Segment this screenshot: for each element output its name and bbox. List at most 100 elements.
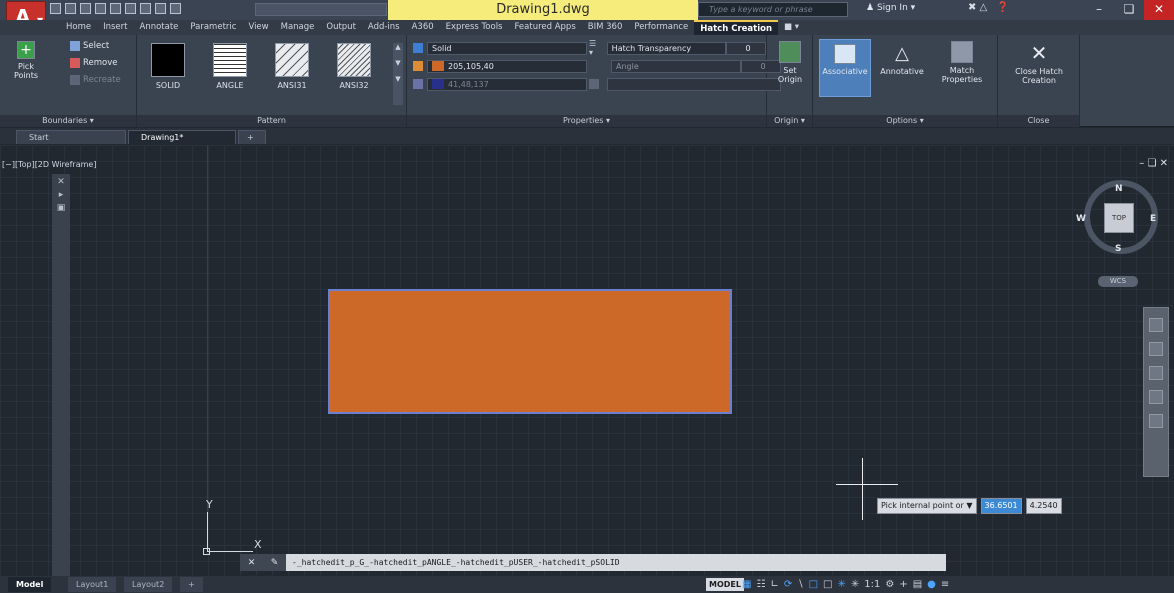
pattern-angle[interactable]: ANGLE (207, 43, 253, 90)
redo-icon[interactable] (140, 3, 151, 14)
tab-extra-icon[interactable]: ■ ▾ (778, 20, 805, 35)
associative-button[interactable]: Associative (819, 39, 871, 97)
palette-close-icon[interactable]: ✕ (52, 177, 70, 187)
options-panel-title[interactable]: Options ▾ (813, 115, 997, 127)
tab-performance[interactable]: Performance (628, 20, 694, 35)
units-icon[interactable]: ▤ (913, 578, 922, 591)
tab-output[interactable]: Output (320, 20, 362, 35)
layout-tab-layout2[interactable]: Layout2 (124, 577, 173, 592)
viewport-window-controls[interactable]: – ❏ ✕ (1139, 158, 1168, 169)
properties-panel-title[interactable]: Properties ▾ (407, 115, 766, 127)
transparency-value[interactable]: 0 (726, 41, 766, 55)
annotation-scale[interactable]: 1:1 (864, 578, 880, 591)
palette-expand-icon[interactable]: ▸ (52, 190, 70, 200)
undo-icon[interactable] (125, 3, 136, 14)
annotative-button[interactable]: △ Annotative (875, 43, 929, 76)
palette-settings-icon[interactable]: ▣ (52, 203, 70, 213)
new-icon[interactable] (50, 3, 61, 14)
pattern-solid[interactable]: SOLID (145, 43, 191, 90)
hatch-type-dropdown[interactable]: Solid (427, 41, 587, 55)
osnap-3d-icon[interactable]: □ (823, 578, 832, 591)
transparency-label-field[interactable]: Hatch Transparency (606, 41, 727, 55)
plot-icon[interactable] (110, 3, 121, 14)
grid-icon[interactable]: ▦ (742, 578, 751, 591)
origin-panel-title[interactable]: Origin ▾ (767, 115, 812, 127)
model-space-button[interactable]: MODEL (706, 578, 744, 591)
tab-add-ins[interactable]: Add-ins (362, 20, 406, 35)
viewport-controls-label[interactable]: [−][Top][2D Wireframe] (2, 160, 96, 169)
hatch-color-dropdown[interactable]: 205,105,40 (427, 59, 587, 73)
customize-icon[interactable]: ≡ (941, 578, 949, 591)
plus-icon[interactable]: + (899, 578, 907, 591)
pick-points-button[interactable]: + Pick Points (6, 41, 46, 80)
match-properties-button[interactable]: Match Properties (931, 41, 993, 84)
steering-wheel-icon[interactable] (1149, 318, 1163, 332)
tab-home[interactable]: Home (60, 20, 97, 35)
polar-icon[interactable]: ⟳ (784, 578, 792, 591)
y-coordinate-input[interactable]: 4.2540 (1025, 498, 1062, 514)
layout-tab-layout1[interactable]: Layout1 (68, 577, 117, 592)
osnap-icon[interactable]: □ (809, 578, 818, 591)
command-close-icon[interactable]: ✕ (248, 558, 256, 568)
tab-annotate[interactable]: Annotate (134, 20, 185, 35)
layout-tab-model[interactable]: Model (8, 577, 52, 592)
workspace-icon[interactable] (170, 3, 181, 14)
scale-field[interactable] (607, 77, 781, 91)
compass-south[interactable]: S (1115, 244, 1121, 254)
restore-button[interactable]: ❏ (1114, 0, 1144, 20)
set-origin-button[interactable]: Set Origin (771, 41, 809, 84)
add-layout-button[interactable]: + (180, 577, 203, 592)
annotation-visibility-icon[interactable]: ✳ (837, 578, 845, 591)
file-tab-start[interactable]: Start (16, 130, 126, 144)
pan-icon[interactable] (1149, 342, 1163, 356)
tab-bim360[interactable]: BIM 360 (582, 20, 629, 35)
recreate-button[interactable]: Recreate (70, 75, 121, 85)
showmotion-icon[interactable] (1149, 414, 1163, 428)
isodraft-icon[interactable]: ∖ (797, 578, 803, 591)
pattern-scroll[interactable]: ▲ ▼ ▼ (393, 43, 403, 105)
background-color-dropdown[interactable]: 41,48,137 (427, 77, 587, 91)
zoom-icon[interactable] (1149, 366, 1163, 380)
orbit-icon[interactable] (1149, 390, 1163, 404)
sign-in-link[interactable]: ♟ Sign In ▾ (866, 3, 915, 13)
tab-insert[interactable]: Insert (97, 20, 133, 35)
save-as-icon[interactable] (95, 3, 106, 14)
command-customize-icon[interactable]: ✎ (271, 558, 279, 568)
workspace-dropdown[interactable] (255, 3, 387, 16)
command-input[interactable]: -_hatchedit_p_G_-hatchedit_pANGLE_-hatch… (286, 558, 620, 567)
exchange-icons[interactable]: ✖ △ ❓ (968, 2, 1009, 13)
tab-a360[interactable]: A360 (406, 20, 440, 35)
workspace-switch-icon[interactable]: ⚙ (885, 578, 894, 591)
minimize-button[interactable]: – (1084, 0, 1114, 20)
pattern-ansi31[interactable]: ANSI31 (269, 43, 315, 90)
tab-manage[interactable]: Manage (275, 20, 321, 35)
close-hatch-creation-button[interactable]: ✕ Close Hatch Creation (1002, 41, 1076, 85)
tab-parametric[interactable]: Parametric (184, 20, 242, 35)
search-input[interactable]: Type a keyword or phrase (698, 2, 848, 17)
wcs-menu[interactable]: WCS (1098, 276, 1138, 287)
hatch-rectangle[interactable] (328, 289, 732, 414)
angle-label-field[interactable]: Angle (611, 59, 741, 73)
isolate-icon[interactable]: ● (927, 578, 936, 591)
x-coordinate-input[interactable]: 36.6501 (980, 498, 1022, 514)
tab-featured-apps[interactable]: Featured Apps (509, 20, 582, 35)
new-tab-button[interactable]: + (238, 130, 266, 144)
close-window-button[interactable]: ✕ (1144, 0, 1174, 20)
viewcube-top-face[interactable]: TOP (1104, 203, 1134, 233)
tab-express-tools[interactable]: Express Tools (440, 20, 509, 35)
tab-hatch-creation[interactable]: Hatch Creation (694, 20, 779, 35)
autoscale-icon[interactable]: ✳ (851, 578, 859, 591)
share-icon[interactable] (155, 3, 166, 14)
tab-view[interactable]: View (242, 20, 274, 35)
boundaries-panel-title[interactable]: Boundaries ▾ (0, 115, 136, 127)
pattern-ansi32[interactable]: ANSI32 (331, 43, 377, 90)
file-tab-drawing1[interactable]: Drawing1* ✕ (128, 130, 236, 156)
remove-button[interactable]: Remove (70, 58, 118, 68)
compass-north[interactable]: N (1115, 184, 1123, 194)
save-icon[interactable] (80, 3, 91, 14)
ortho-icon[interactable]: ∟ (770, 578, 778, 591)
open-icon[interactable] (65, 3, 76, 14)
tool-palette-strip[interactable]: ✕ ▸ ▣ (52, 174, 70, 593)
snap-icon[interactable]: ☷ (756, 578, 765, 591)
select-button[interactable]: Select (70, 41, 109, 51)
